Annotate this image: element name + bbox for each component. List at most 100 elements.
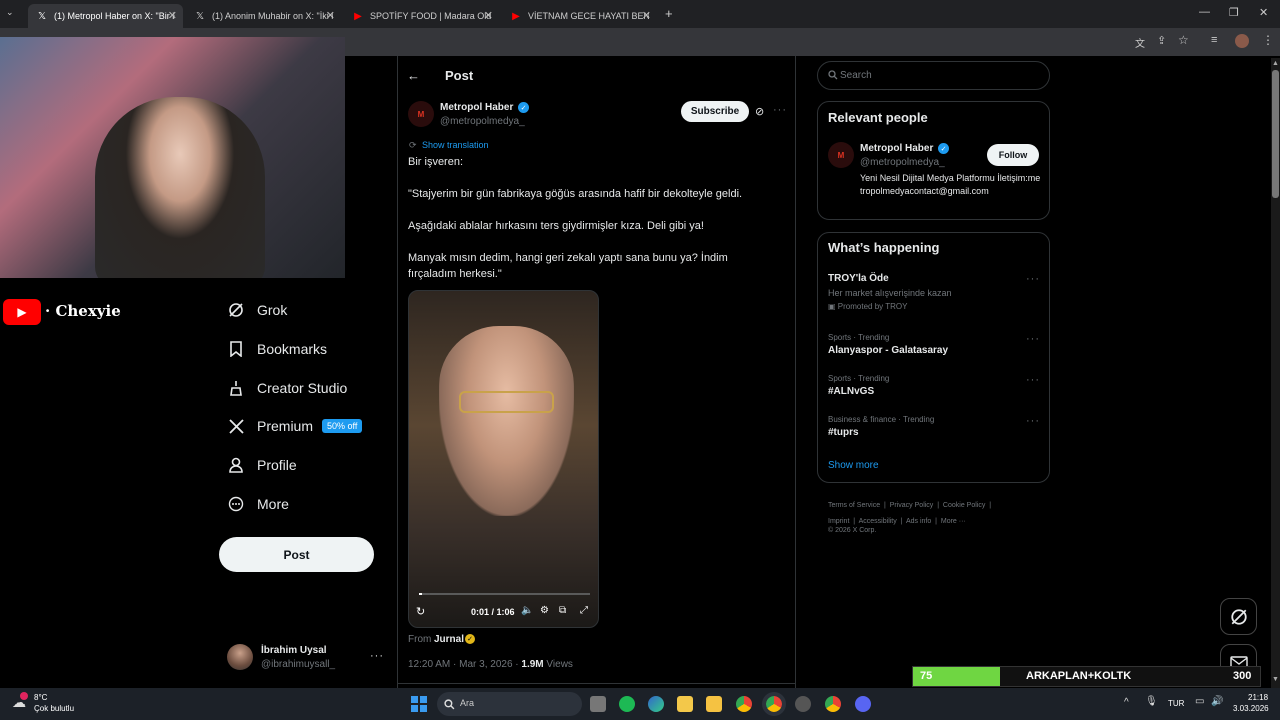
fullscreen-icon[interactable]: ⤢ <box>580 605 588 616</box>
minimize-icon[interactable]: — <box>1199 6 1210 18</box>
footer-link[interactable]: Accessibility <box>859 518 897 525</box>
page-scrollbar[interactable]: ▲ ▼ <box>1271 58 1280 688</box>
trend-item[interactable]: Business & finance · Trending #tuprs <box>828 415 1028 438</box>
video-progress-fill <box>419 593 422 595</box>
task-view-icon[interactable] <box>590 696 606 712</box>
browser-tab-1[interactable]: 𝕏 (1) Metropol Haber on X: "Bir iş ✕ <box>28 4 183 28</box>
sidebar-item-creator-studio[interactable]: Creator Studio <box>227 376 347 400</box>
sidebar-item-bookmarks[interactable]: Bookmarks <box>227 337 327 361</box>
close-tab-icon[interactable]: ✕ <box>326 9 335 22</box>
footer-link[interactable]: Cookie Policy <box>943 502 985 509</box>
account-avatar[interactable] <box>227 644 253 670</box>
bookmark-star-icon[interactable]: ☆ <box>1178 33 1189 47</box>
scroll-up-icon[interactable]: ▲ <box>1272 60 1279 67</box>
footer-link[interactable]: Ads info <box>906 518 931 525</box>
spotify-icon[interactable] <box>619 696 635 712</box>
back-arrow-icon[interactable]: ← <box>407 68 420 83</box>
chrome-active-icon[interactable] <box>762 692 786 716</box>
footer-link[interactable]: Terms of Service <box>828 502 880 509</box>
video-player[interactable] <box>408 290 599 628</box>
translate-icon[interactable]: 文 <box>1135 35 1145 50</box>
browser-tab-2[interactable]: 𝕏 (1) Anonim Muhabir on X: "İki k ✕ <box>186 4 341 28</box>
picture-in-picture-icon[interactable]: ⧉ <box>559 605 566 616</box>
trend-title: Alanyaspor - Galatasaray <box>828 345 949 356</box>
sidebar-item-more[interactable]: More <box>227 492 289 516</box>
trend-more-icon[interactable]: ··· <box>1026 333 1040 345</box>
sidebar-item-grok[interactable]: Grok <box>227 298 287 322</box>
subscribe-button[interactable]: Subscribe <box>681 101 749 122</box>
author-name[interactable]: Metropol Haber <box>440 102 513 113</box>
footer-link[interactable]: More ··· <box>941 518 966 525</box>
video-progress-track[interactable] <box>419 593 590 595</box>
grok-floating-button[interactable] <box>1220 598 1257 635</box>
follow-button[interactable]: Follow <box>987 144 1039 166</box>
scroll-down-icon[interactable]: ▼ <box>1272 676 1279 683</box>
account-more-icon[interactable]: ··· <box>370 650 384 662</box>
trend-item[interactable]: Sports · Trending Alanyaspor - Galatasar… <box>828 333 1028 356</box>
browser-tab-3[interactable]: ▶ SPOTİFY FOOD | Madara Olduk ✕ <box>344 4 499 28</box>
search-placeholder: Search <box>840 70 872 81</box>
profile-avatar[interactable] <box>1235 34 1249 48</box>
show-more-link[interactable]: Show more <box>828 460 879 471</box>
trend-item[interactable]: Sports · Trending #ALNvGS <box>828 374 1028 397</box>
replay-icon[interactable]: ↻ <box>416 605 425 618</box>
steam-icon[interactable] <box>795 696 811 712</box>
footer-link[interactable]: Imprint <box>828 518 849 525</box>
clock-date[interactable]: 3.03.2026 <box>1233 704 1269 713</box>
sidebar-item-profile[interactable]: Profile <box>227 453 297 477</box>
file-explorer-icon[interactable] <box>706 696 722 712</box>
close-window-icon[interactable]: ✕ <box>1259 6 1268 19</box>
trend-more-icon[interactable]: ··· <box>1026 415 1040 427</box>
close-tab-icon[interactable]: ✕ <box>168 9 177 22</box>
tab-search-icon[interactable]: ⌄ <box>6 7 20 21</box>
edge-icon[interactable] <box>648 696 664 712</box>
person-name[interactable]: Metropol Haber <box>860 143 933 154</box>
grok-explain-icon[interactable]: ⊘ <box>755 105 764 118</box>
chrome-icon[interactable] <box>736 696 752 712</box>
tray-chevron-icon[interactable]: ^ <box>1124 697 1129 708</box>
post-text-line-2: "Stajyerim bir gün fabrikaya göğüs arası… <box>408 188 743 200</box>
clock-time[interactable]: 21:18 <box>1248 693 1268 702</box>
search-icon <box>828 70 838 82</box>
trend-item-promoted[interactable]: TROY'la Öde Her market alışverişinde kaz… <box>828 273 1038 311</box>
post-more-icon[interactable]: ··· <box>773 104 787 116</box>
search-icon <box>444 697 455 715</box>
webcam-person <box>95 97 265 278</box>
close-tab-icon[interactable]: ✕ <box>484 9 493 22</box>
show-translation-link[interactable]: Show translation <box>422 140 489 150</box>
trend-more-icon[interactable]: ··· <box>1026 273 1040 285</box>
volume-icon[interactable]: 🔈 <box>521 605 533 616</box>
person-avatar[interactable]: M <box>828 142 854 168</box>
from-source-link[interactable]: Jurnal <box>434 634 464 645</box>
install-icon[interactable]: ⇪ <box>1157 34 1166 47</box>
close-tab-icon[interactable]: ✕ <box>642 9 651 22</box>
speaker-icon[interactable]: 🔊 <box>1211 696 1223 707</box>
author-avatar[interactable]: M <box>408 101 434 127</box>
author-handle: @metropolmedya_ <box>440 116 525 127</box>
network-icon[interactable]: ▭ <box>1195 696 1204 707</box>
windows-start-icon[interactable] <box>411 696 427 712</box>
trend-more-icon[interactable]: ··· <box>1026 374 1040 386</box>
scroll-thumb[interactable] <box>1272 70 1279 198</box>
media-control-icon[interactable]: ≡ <box>1211 34 1217 46</box>
footer-links: Terms of Service | Privacy Policy | Cook… <box>828 502 992 525</box>
sidebar-item-premium[interactable]: Premium 50% off <box>227 414 363 438</box>
language-indicator[interactable]: TUR <box>1168 699 1184 708</box>
gold-verified-icon: ✓ <box>465 634 475 644</box>
store-icon[interactable] <box>677 696 693 712</box>
new-tab-icon[interactable]: + <box>665 6 673 21</box>
post-button[interactable]: Post <box>219 537 374 572</box>
taskbar-search[interactable]: Ara <box>437 692 582 716</box>
restore-icon[interactable]: ❐ <box>1229 6 1239 19</box>
discord-icon[interactable] <box>855 696 871 712</box>
settings-gear-icon[interactable]: ⚙ <box>540 605 549 616</box>
grok-icon <box>227 301 245 319</box>
trend-title: #tuprs <box>828 427 859 438</box>
browser-tab-4[interactable]: ▶ VİETNAM GECE HAYATI BENİ Ç ✕ <box>502 4 657 28</box>
chrome-profile-icon[interactable] <box>825 696 841 712</box>
trend-category: Sports · Trending <box>828 374 890 383</box>
chrome-menu-icon[interactable]: ⋮ <box>1262 33 1274 47</box>
search-box[interactable]: Search <box>817 61 1050 90</box>
footer-link[interactable]: Privacy Policy <box>890 502 934 509</box>
microphone-icon[interactable]: 🎙 <box>1145 696 1158 707</box>
